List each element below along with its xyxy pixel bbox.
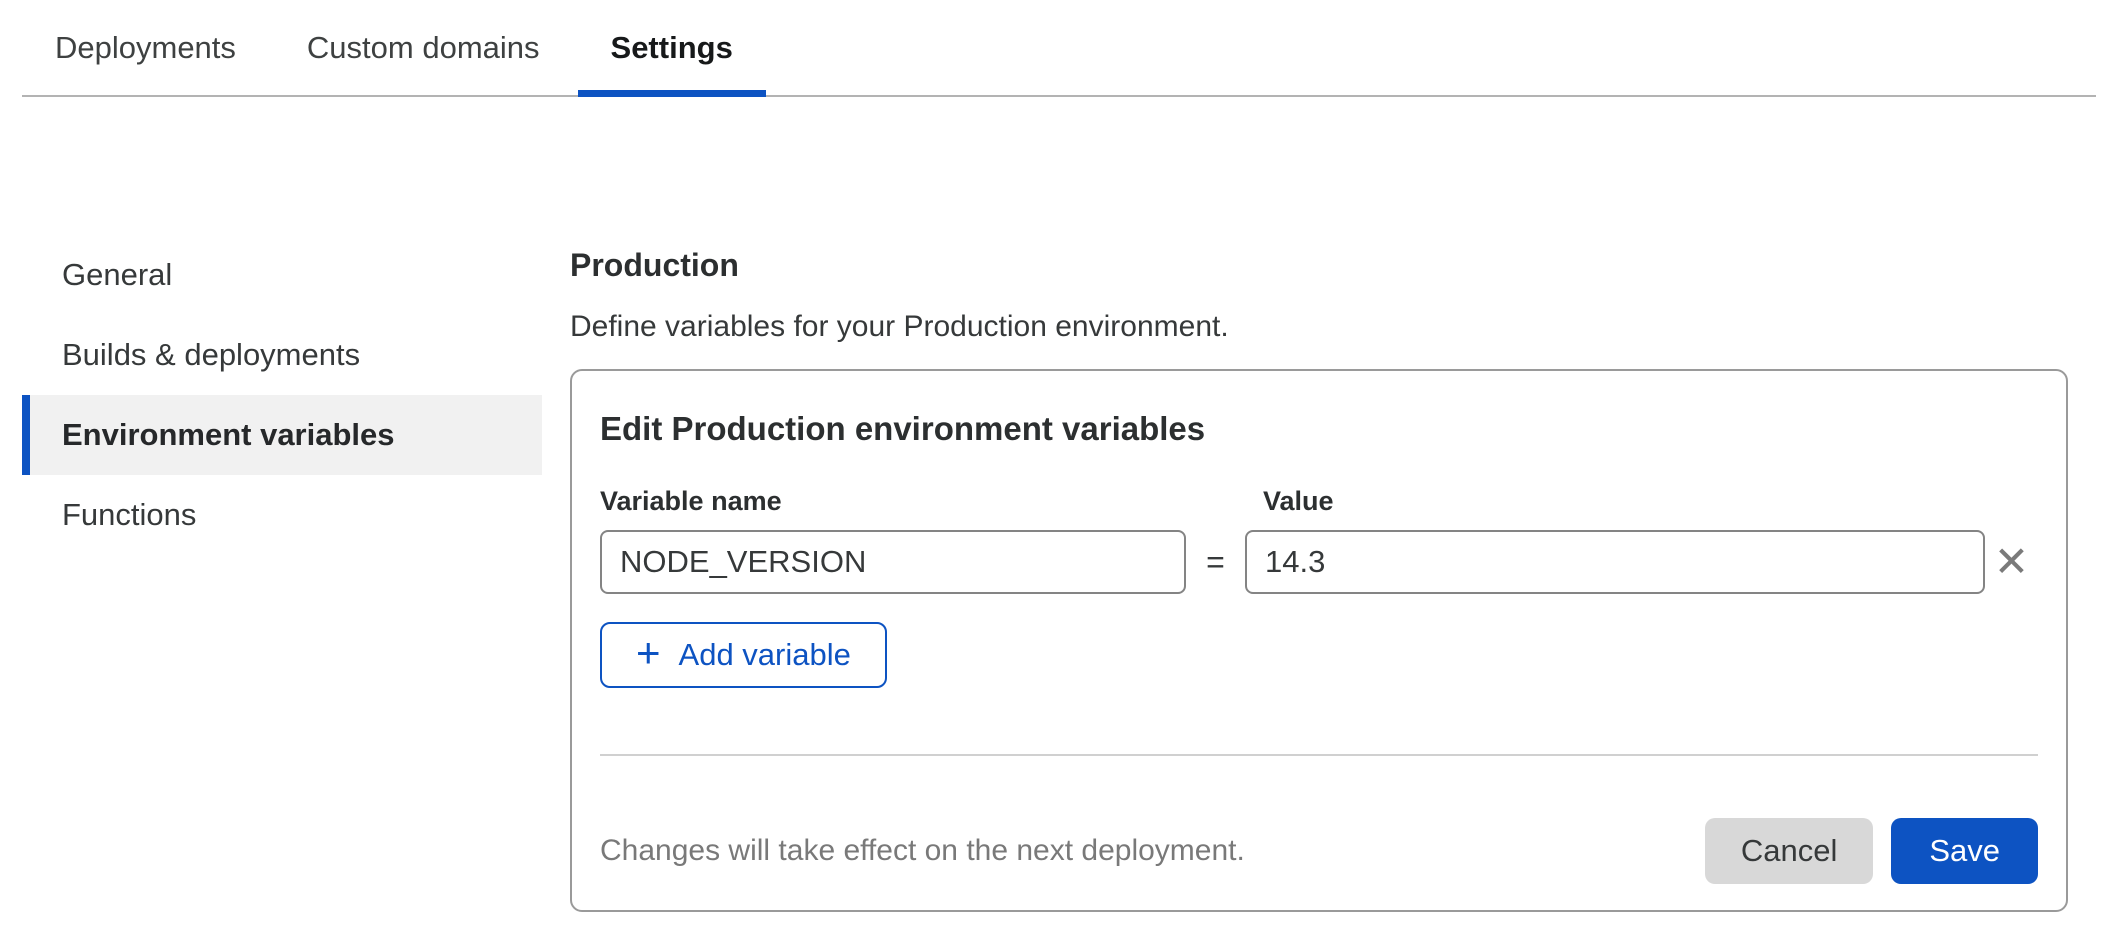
tab-settings[interactable]: Settings — [578, 0, 766, 95]
close-icon: ✕ — [1994, 538, 2029, 585]
settings-content: General Builds & deployments Environment… — [0, 235, 2121, 912]
sidebar-item-label: Environment variables — [62, 417, 395, 453]
remove-variable-button[interactable]: ✕ — [1994, 541, 2029, 583]
value-label: Value — [1245, 485, 1985, 518]
variable-labels-row: Variable name Value — [600, 485, 2038, 518]
section-description: Define variables for your Production env… — [570, 309, 2068, 344]
cancel-button[interactable]: Cancel — [1705, 818, 1874, 884]
card-title: Edit Production environment variables — [600, 409, 2038, 449]
sidebar-item-general[interactable]: General — [22, 235, 542, 315]
add-variable-button[interactable]: + Add variable — [600, 622, 887, 688]
sidebar-item-builds-deployments[interactable]: Builds & deployments — [22, 315, 542, 395]
card-footer: Changes will take effect on the next dep… — [600, 818, 2038, 884]
sidebar-item-functions[interactable]: Functions — [22, 475, 542, 555]
plus-icon: + — [636, 632, 661, 674]
equals-sign: = — [1186, 544, 1245, 581]
page-title: Production — [570, 247, 2068, 283]
sidebar-item-label: General — [62, 257, 172, 293]
add-variable-label: Add variable — [679, 637, 851, 673]
tab-label: Custom domains — [307, 30, 540, 66]
variable-value-input[interactable] — [1245, 530, 1985, 594]
variable-name-label: Variable name — [600, 485, 1186, 518]
save-button[interactable]: Save — [1891, 818, 2038, 884]
sidebar-item-label: Builds & deployments — [62, 337, 360, 373]
settings-sidebar: General Builds & deployments Environment… — [22, 235, 542, 555]
edit-variables-card: Edit Production environment variables Va… — [570, 369, 2068, 912]
sidebar-item-environment-variables[interactable]: Environment variables — [22, 395, 542, 475]
deployment-note: Changes will take effect on the next dep… — [600, 834, 1705, 868]
project-tab-bar: Deployments Custom domains Settings — [22, 0, 2096, 97]
variable-name-input[interactable] — [600, 530, 1186, 594]
sidebar-item-label: Functions — [62, 497, 196, 533]
tab-deployments[interactable]: Deployments — [22, 0, 269, 95]
tab-label: Deployments — [55, 30, 236, 66]
tab-custom-domains[interactable]: Custom domains — [274, 0, 573, 95]
card-divider — [600, 754, 2038, 756]
active-tab-underline — [578, 90, 766, 97]
tab-label: Settings — [611, 30, 733, 66]
environment-variables-panel: Production Define variables for your Pro… — [570, 235, 2068, 912]
variable-row: = ✕ — [600, 530, 2038, 594]
